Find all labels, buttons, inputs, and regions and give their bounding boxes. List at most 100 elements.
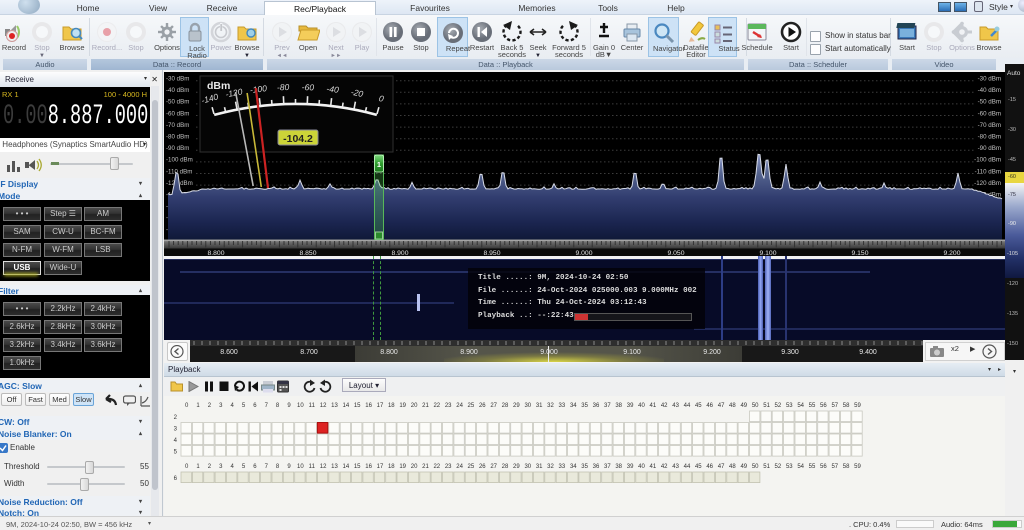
svg-text:-30 dBm: -30 dBm bbox=[166, 76, 189, 83]
svg-text:11: 11 bbox=[309, 403, 316, 409]
svg-text:-40 dBm: -40 dBm bbox=[166, 87, 189, 94]
svg-text:43: 43 bbox=[672, 403, 679, 409]
svg-text:7: 7 bbox=[265, 464, 269, 470]
svg-text:22: 22 bbox=[433, 464, 440, 470]
svg-text:2: 2 bbox=[208, 403, 212, 409]
svg-text:8: 8 bbox=[276, 403, 280, 409]
svg-text:-60: -60 bbox=[302, 82, 315, 92]
svg-text:-30 dBm: -30 dBm bbox=[978, 76, 1001, 83]
svg-text:41: 41 bbox=[650, 403, 657, 409]
svg-text:43: 43 bbox=[672, 464, 679, 470]
svg-text:-90 dBm: -90 dBm bbox=[166, 145, 189, 152]
svg-text:15: 15 bbox=[354, 464, 361, 470]
svg-text:17: 17 bbox=[377, 464, 384, 470]
svg-text:7: 7 bbox=[265, 403, 269, 409]
svg-text:50: 50 bbox=[752, 403, 759, 409]
svg-text:32: 32 bbox=[547, 464, 554, 470]
svg-text:6: 6 bbox=[253, 403, 257, 409]
svg-text:3: 3 bbox=[174, 427, 178, 433]
svg-text:51: 51 bbox=[763, 464, 770, 470]
svg-text:44: 44 bbox=[684, 403, 691, 409]
svg-text:45: 45 bbox=[695, 403, 702, 409]
svg-text:24: 24 bbox=[456, 403, 463, 409]
svg-text:-120 dBm: -120 dBm bbox=[974, 180, 1001, 187]
svg-text:31: 31 bbox=[536, 464, 543, 470]
svg-text:-110 dBm: -110 dBm bbox=[166, 168, 192, 175]
svg-text:16: 16 bbox=[365, 403, 372, 409]
svg-text:28: 28 bbox=[502, 403, 509, 409]
svg-text:58: 58 bbox=[843, 403, 850, 409]
svg-text:10: 10 bbox=[297, 403, 304, 409]
svg-text:14: 14 bbox=[343, 403, 350, 409]
svg-text:5: 5 bbox=[242, 403, 246, 409]
svg-text:9: 9 bbox=[287, 403, 291, 409]
svg-text:30: 30 bbox=[524, 403, 531, 409]
svg-text:32: 32 bbox=[547, 403, 554, 409]
svg-text:29: 29 bbox=[513, 403, 520, 409]
svg-text:46: 46 bbox=[706, 403, 713, 409]
svg-text:0: 0 bbox=[185, 403, 189, 409]
svg-text:-90 dBm: -90 dBm bbox=[978, 145, 1001, 152]
svg-text:55: 55 bbox=[809, 403, 816, 409]
svg-text:4: 4 bbox=[174, 438, 178, 444]
svg-text:-50 dBm: -50 dBm bbox=[978, 99, 1001, 106]
svg-text:39: 39 bbox=[627, 464, 634, 470]
svg-text:5: 5 bbox=[242, 464, 246, 470]
svg-text:23: 23 bbox=[445, 464, 452, 470]
svg-text:33: 33 bbox=[559, 464, 566, 470]
svg-text:8: 8 bbox=[276, 464, 280, 470]
svg-text:37: 37 bbox=[604, 464, 611, 470]
svg-text:36: 36 bbox=[593, 403, 600, 409]
svg-text:57: 57 bbox=[831, 403, 838, 409]
svg-text:-80 dBm: -80 dBm bbox=[978, 134, 1001, 141]
svg-text:35: 35 bbox=[581, 403, 588, 409]
svg-text:16: 16 bbox=[365, 464, 372, 470]
svg-text:41: 41 bbox=[650, 464, 657, 470]
svg-text:48: 48 bbox=[729, 403, 736, 409]
svg-text:-70 dBm: -70 dBm bbox=[166, 122, 189, 129]
svg-text:18: 18 bbox=[388, 403, 395, 409]
svg-text:37: 37 bbox=[604, 403, 611, 409]
svg-text:48: 48 bbox=[729, 464, 736, 470]
svg-text:9: 9 bbox=[287, 464, 291, 470]
svg-text:12: 12 bbox=[320, 464, 327, 470]
svg-text:28: 28 bbox=[502, 464, 509, 470]
svg-text:22: 22 bbox=[433, 403, 440, 409]
svg-text:56: 56 bbox=[820, 464, 827, 470]
svg-text:50: 50 bbox=[752, 464, 759, 470]
svg-text:2: 2 bbox=[208, 464, 212, 470]
svg-text:-100: -100 bbox=[249, 83, 267, 95]
svg-text:52: 52 bbox=[775, 403, 782, 409]
svg-text:17: 17 bbox=[377, 403, 384, 409]
svg-text:6: 6 bbox=[174, 476, 178, 482]
svg-text:15: 15 bbox=[354, 403, 361, 409]
svg-text:29: 29 bbox=[513, 464, 520, 470]
svg-text:34: 34 bbox=[570, 403, 577, 409]
svg-text:24: 24 bbox=[456, 464, 463, 470]
svg-text:27: 27 bbox=[490, 403, 497, 409]
svg-text:31: 31 bbox=[536, 403, 543, 409]
svg-text:3: 3 bbox=[219, 464, 223, 470]
svg-text:20: 20 bbox=[411, 464, 418, 470]
svg-text:46: 46 bbox=[706, 464, 713, 470]
svg-text:-50 dBm: -50 dBm bbox=[166, 99, 189, 106]
svg-text:42: 42 bbox=[661, 464, 668, 470]
svg-text:55: 55 bbox=[809, 464, 816, 470]
svg-text:1: 1 bbox=[377, 160, 381, 169]
svg-text:59: 59 bbox=[854, 464, 861, 470]
svg-text:45: 45 bbox=[695, 464, 702, 470]
svg-text:1: 1 bbox=[196, 403, 200, 409]
svg-text:25: 25 bbox=[468, 403, 475, 409]
svg-text:19: 19 bbox=[399, 464, 406, 470]
svg-text:58: 58 bbox=[843, 464, 850, 470]
svg-text:2: 2 bbox=[174, 415, 178, 421]
svg-text:53: 53 bbox=[786, 403, 793, 409]
svg-text:-104.2: -104.2 bbox=[283, 133, 313, 145]
svg-text:20: 20 bbox=[411, 403, 418, 409]
svg-text:-100 dBm: -100 dBm bbox=[974, 157, 1001, 164]
svg-text:49: 49 bbox=[740, 464, 747, 470]
svg-text:51: 51 bbox=[763, 403, 770, 409]
svg-text:36: 36 bbox=[593, 464, 600, 470]
svg-text:1: 1 bbox=[196, 464, 200, 470]
svg-text:49: 49 bbox=[740, 403, 747, 409]
